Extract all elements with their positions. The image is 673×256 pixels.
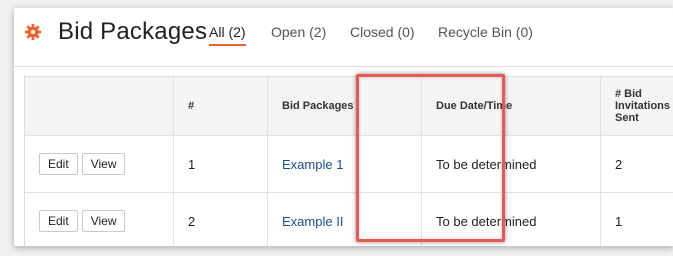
view-button[interactable]: View	[81, 153, 126, 175]
bid-packages-table-container: # Bid Packages Due Date/Time # Bid Invit…	[24, 76, 673, 246]
bid-packages-table: # Bid Packages Due Date/Time # Bid Invit…	[25, 77, 673, 246]
edit-button[interactable]: Edit	[39, 210, 78, 232]
bid-package-cell: Example II	[267, 192, 422, 246]
row-number: 1	[173, 135, 268, 193]
tab-all[interactable]: All (2)	[209, 24, 246, 46]
invitations-sent-cell: 2	[600, 135, 673, 193]
tab-recycle-bin[interactable]: Recycle Bin (0)	[438, 24, 533, 40]
due-date-cell: To be determined	[421, 135, 601, 193]
column-header-actions	[25, 77, 174, 136]
page-header: Bid Packages All (2) Open (2) Closed (0)…	[14, 8, 673, 67]
bid-packages-panel: Bid Packages All (2) Open (2) Closed (0)…	[14, 8, 673, 246]
due-date-cell: To be determined	[421, 192, 601, 246]
table-header-row: # Bid Packages Due Date/Time # Bid Invit…	[25, 77, 673, 136]
table-row: Edit View 1 Example 1 To be determined 2	[25, 135, 673, 193]
page-title: Bid Packages	[58, 18, 208, 45]
view-button[interactable]: View	[81, 210, 126, 232]
tab-closed[interactable]: Closed (0)	[350, 24, 415, 40]
bid-package-link[interactable]: Example 1	[282, 157, 343, 172]
invitations-sent-cell: 1	[600, 192, 673, 246]
tab-open[interactable]: Open (2)	[271, 24, 326, 40]
column-header-due-date[interactable]: Due Date/Time	[421, 77, 601, 136]
table-row: Edit View 2 Example II To be determined 1	[25, 192, 673, 246]
bid-package-cell: Example 1	[267, 135, 422, 193]
column-header-bid-packages[interactable]: Bid Packages	[267, 77, 422, 136]
edit-button[interactable]: Edit	[39, 153, 78, 175]
row-actions-cell: Edit View	[25, 135, 174, 193]
bid-package-link[interactable]: Example II	[282, 214, 343, 229]
row-number: 2	[173, 192, 268, 246]
column-header-number[interactable]: #	[173, 77, 268, 136]
gear-icon	[24, 23, 42, 41]
row-actions-cell: Edit View	[25, 192, 174, 246]
column-header-invitations-sent[interactable]: # Bid Invitations Sent	[600, 77, 673, 136]
